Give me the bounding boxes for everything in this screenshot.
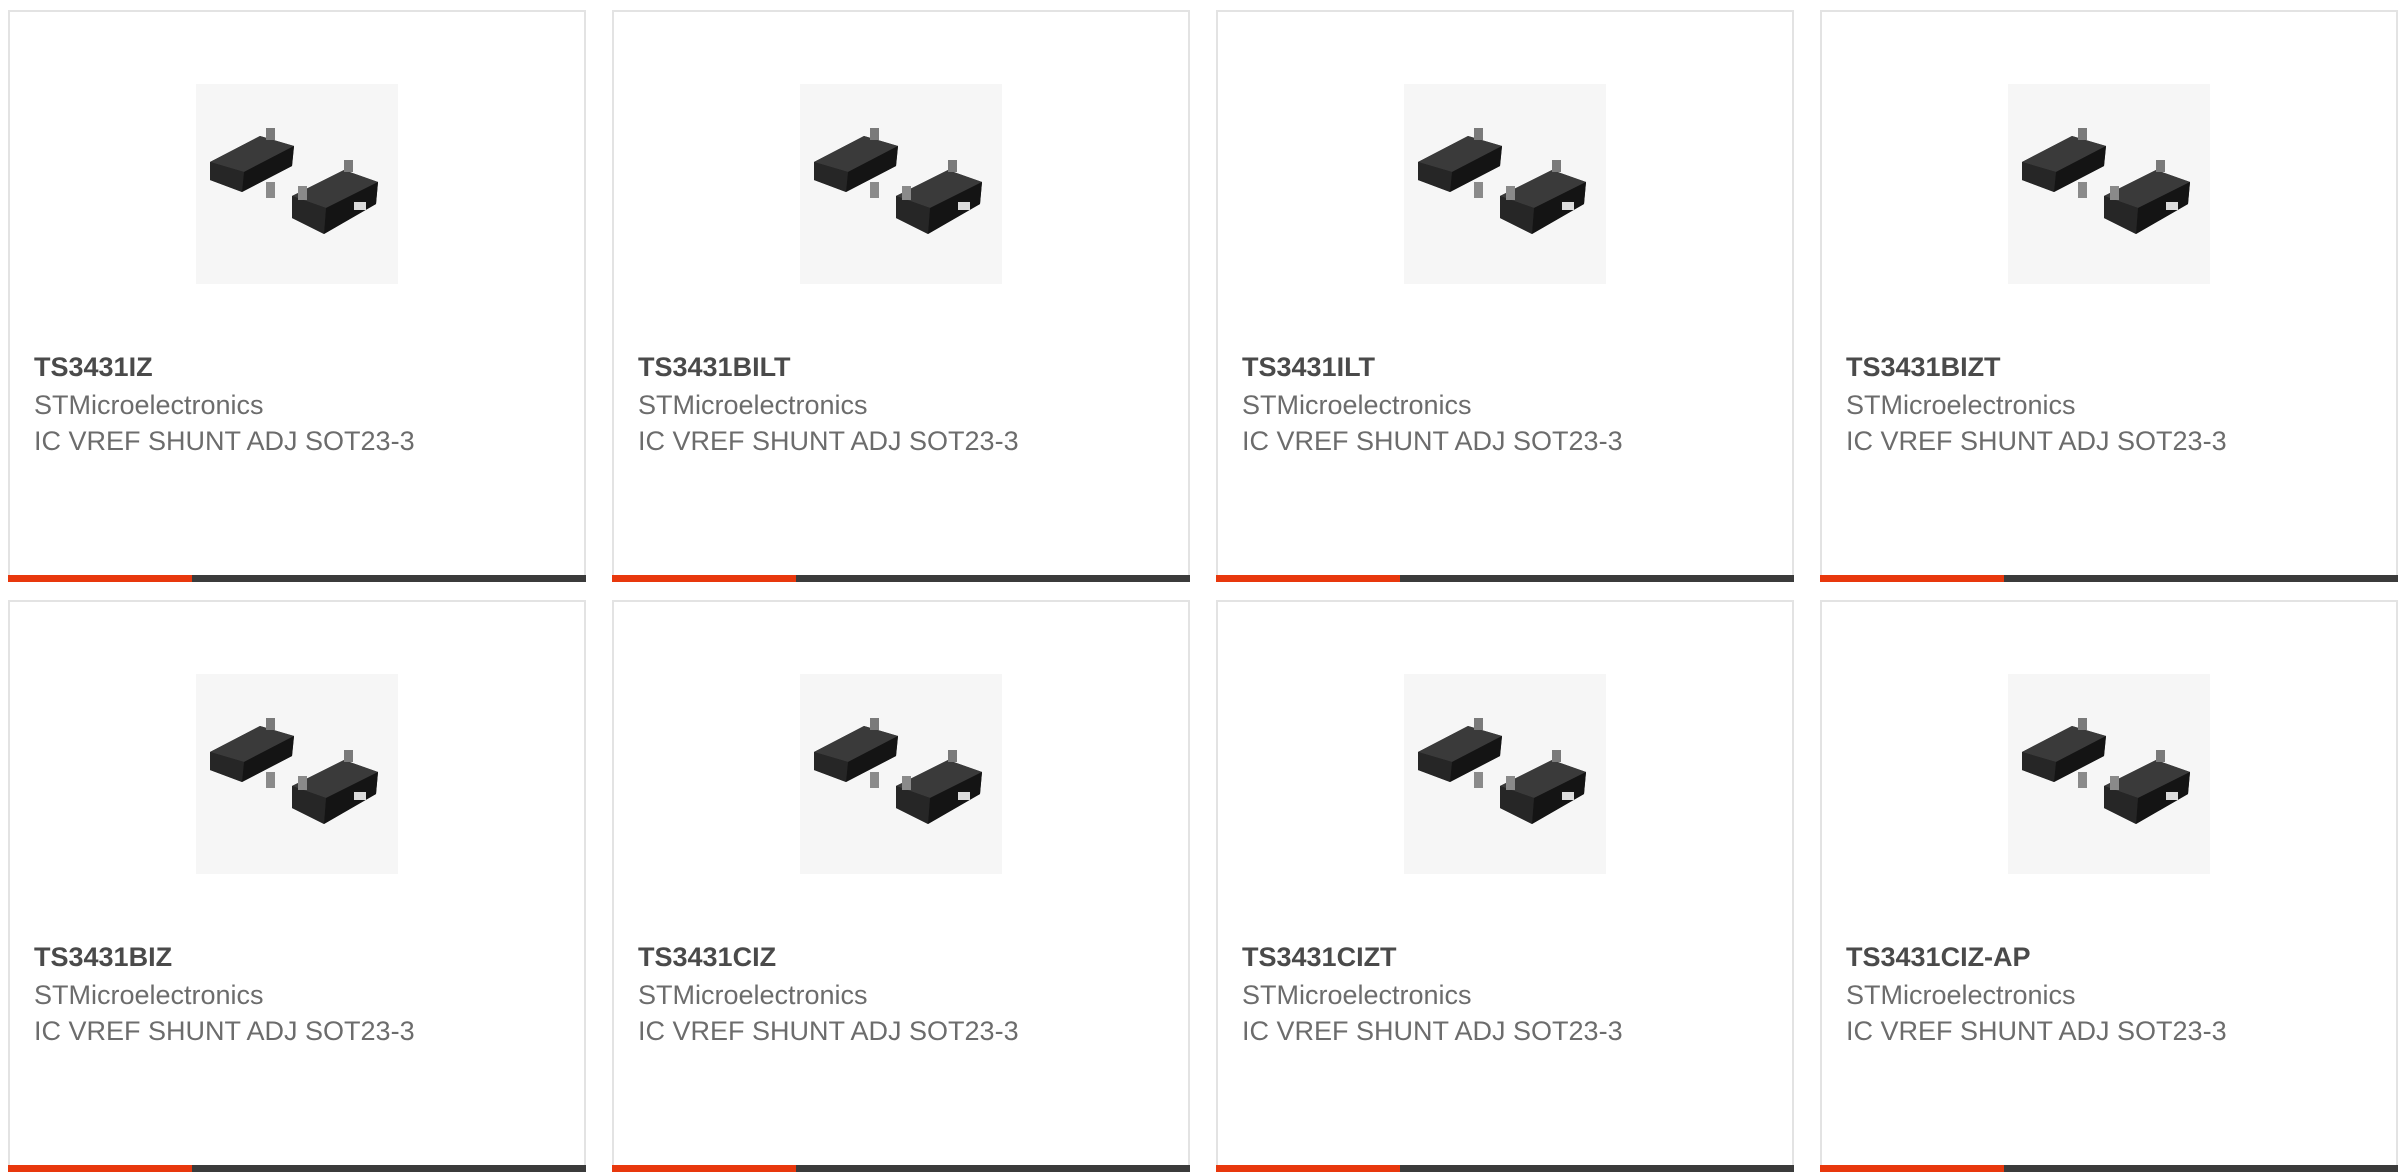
product-card[interactable]: TS3431CIZ-AP STMicroelectronics IC VREF … (1820, 600, 2398, 1172)
product-manufacturer: STMicroelectronics (34, 390, 264, 420)
product-part-number[interactable]: TS3431BILT (638, 352, 791, 383)
product-part-number[interactable]: TS3431BIZT (1846, 352, 2001, 383)
product-manufacturer: STMicroelectronics (638, 390, 868, 420)
card-bottom-bar (8, 1165, 586, 1172)
sot23-3-package-image (814, 718, 982, 824)
product-part-number[interactable]: TS3431CIZ-AP (1846, 942, 2031, 973)
card-bottom-bar (1820, 575, 2398, 582)
product-card[interactable]: TS3431IZ STMicroelectronics IC VREF SHUN… (8, 10, 586, 582)
product-manufacturer: STMicroelectronics (1846, 390, 2076, 420)
product-image[interactable] (196, 84, 398, 284)
product-grid: TS3431IZ STMicroelectronics IC VREF SHUN… (8, 10, 2400, 1172)
card-accent-bar (1820, 1165, 2004, 1172)
product-manufacturer: STMicroelectronics (638, 980, 868, 1010)
product-description: IC VREF SHUNT ADJ SOT23-3 (34, 1016, 415, 1046)
card-bottom-bar (612, 575, 1190, 582)
sot23-3-package-image (210, 718, 378, 824)
product-manufacturer: STMicroelectronics (1846, 980, 2076, 1010)
product-manufacturer: STMicroelectronics (1242, 980, 1472, 1010)
card-accent-bar (612, 1165, 796, 1172)
product-image[interactable] (1404, 674, 1606, 874)
card-accent-bar (8, 575, 192, 582)
sot23-3-package-image (814, 128, 982, 234)
product-manufacturer: STMicroelectronics (1242, 390, 1472, 420)
product-description: IC VREF SHUNT ADJ SOT23-3 (638, 1016, 1019, 1046)
product-description: IC VREF SHUNT ADJ SOT23-3 (638, 426, 1019, 456)
card-bottom-bar (1216, 575, 1794, 582)
card-bottom-bar (1216, 1165, 1794, 1172)
product-manufacturer: STMicroelectronics (34, 980, 264, 1010)
product-part-number[interactable]: TS3431ILT (1242, 352, 1375, 383)
product-image[interactable] (800, 84, 1002, 284)
card-accent-bar (1820, 575, 2004, 582)
card-accent-bar (1216, 1165, 1400, 1172)
product-description: IC VREF SHUNT ADJ SOT23-3 (1242, 1016, 1623, 1046)
sot23-3-package-image (2022, 128, 2190, 234)
sot23-3-package-image (1418, 128, 1586, 234)
product-part-number[interactable]: TS3431CIZ (638, 942, 776, 973)
product-description: IC VREF SHUNT ADJ SOT23-3 (34, 426, 415, 456)
sot23-3-package-image (2022, 718, 2190, 824)
card-bottom-bar (8, 575, 586, 582)
product-card[interactable]: TS3431BIZ STMicroelectronics IC VREF SHU… (8, 600, 586, 1172)
card-accent-bar (8, 1165, 192, 1172)
card-bottom-bar (612, 1165, 1190, 1172)
sot23-3-package-image (1418, 718, 1586, 824)
product-image[interactable] (196, 674, 398, 874)
product-description: IC VREF SHUNT ADJ SOT23-3 (1242, 426, 1623, 456)
product-part-number[interactable]: TS3431CIZT (1242, 942, 1397, 973)
product-image[interactable] (2008, 674, 2210, 874)
card-bottom-bar (1820, 1165, 2398, 1172)
product-description: IC VREF SHUNT ADJ SOT23-3 (1846, 426, 2227, 456)
product-part-number[interactable]: TS3431IZ (34, 352, 153, 383)
product-card[interactable]: TS3431ILT STMicroelectronics IC VREF SHU… (1216, 10, 1794, 582)
product-image[interactable] (2008, 84, 2210, 284)
sot23-3-package-image (210, 128, 378, 234)
product-card[interactable]: TS3431CIZT STMicroelectronics IC VREF SH… (1216, 600, 1794, 1172)
product-image[interactable] (800, 674, 1002, 874)
product-card[interactable]: TS3431BIZT STMicroelectronics IC VREF SH… (1820, 10, 2398, 582)
card-accent-bar (612, 575, 796, 582)
card-accent-bar (1216, 575, 1400, 582)
product-image[interactable] (1404, 84, 1606, 284)
product-card[interactable]: TS3431BILT STMicroelectronics IC VREF SH… (612, 10, 1190, 582)
product-description: IC VREF SHUNT ADJ SOT23-3 (1846, 1016, 2227, 1046)
product-card[interactable]: TS3431CIZ STMicroelectronics IC VREF SHU… (612, 600, 1190, 1172)
product-part-number[interactable]: TS3431BIZ (34, 942, 172, 973)
